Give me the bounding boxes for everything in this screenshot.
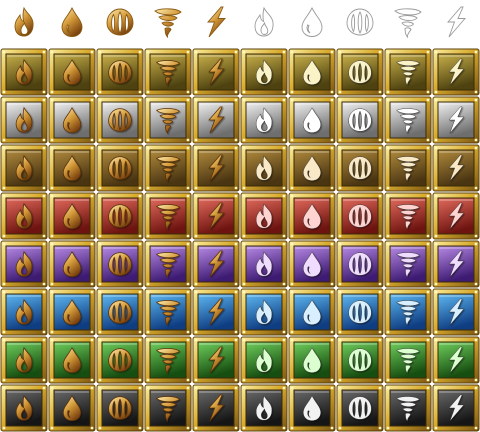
header-wind-white-emblem	[394, 8, 422, 38]
tile-green-lightning-white	[432, 336, 480, 384]
tile-blue-wind-gold	[144, 288, 192, 336]
tile-black-earth-gold	[96, 384, 144, 432]
tile-purple-water-white	[288, 240, 336, 288]
tile-red-lightning-gold	[192, 192, 240, 240]
tile-purple-wind-white	[384, 240, 432, 288]
header-fire-gold-emblem	[14, 7, 34, 37]
tile-red-earth-gold	[96, 192, 144, 240]
header-lightning-gold-emblem	[207, 6, 226, 38]
tile-blue-lightning-white	[432, 288, 480, 336]
tile-green-fire-white	[240, 336, 288, 384]
tile-silver-water-gold	[48, 96, 96, 144]
tile-red-fire-white	[240, 192, 288, 240]
tile-olive-wind-gold	[144, 48, 192, 96]
element-icon-sprite-sheet	[0, 0, 480, 432]
tile-purple-water-gold	[48, 240, 96, 288]
tile-green-water-white	[288, 336, 336, 384]
tile-silver-wind-white	[384, 96, 432, 144]
header-wind-gold-emblem	[154, 8, 182, 38]
tile-silver-lightning-gold	[192, 96, 240, 144]
tile-black-water-white	[288, 384, 336, 432]
tile-black-water-gold	[48, 384, 96, 432]
tile-purple-lightning-white	[432, 240, 480, 288]
tile-purple-earth-white	[336, 240, 384, 288]
tile-green-wind-white	[384, 336, 432, 384]
tile-olive-earth-gold	[96, 48, 144, 96]
header-water-white-emblem	[301, 7, 323, 37]
tile-purple-earth-gold	[96, 240, 144, 288]
tile-silver-water-white	[288, 96, 336, 144]
tile-green-lightning-gold	[192, 336, 240, 384]
tile-blue-lightning-gold	[192, 288, 240, 336]
tile-green-fire-gold	[0, 336, 48, 384]
tile-blue-earth-gold	[96, 288, 144, 336]
tile-purple-fire-gold	[0, 240, 48, 288]
tile-purple-wind-gold	[144, 240, 192, 288]
tile-red-lightning-white	[432, 192, 480, 240]
tile-olive-lightning-white	[432, 48, 480, 96]
tile-silver-lightning-white	[432, 96, 480, 144]
tile-brown-wind-white	[384, 144, 432, 192]
tile-red-water-gold	[48, 192, 96, 240]
tile-silver-fire-white	[240, 96, 288, 144]
tile-olive-wind-white	[384, 48, 432, 96]
tile-red-water-white	[288, 192, 336, 240]
tile-black-wind-white	[384, 384, 432, 432]
tile-black-lightning-white	[432, 384, 480, 432]
tile-brown-wind-gold	[144, 144, 192, 192]
tile-blue-earth-white	[336, 288, 384, 336]
icon-grid	[0, 6, 480, 432]
tile-green-water-gold	[48, 336, 96, 384]
tile-olive-fire-gold	[0, 48, 48, 96]
tile-blue-wind-white	[384, 288, 432, 336]
tile-green-earth-white	[336, 336, 384, 384]
header-lightning-white-emblem	[447, 6, 466, 38]
tile-grid	[0, 48, 480, 432]
tile-brown-water-white	[288, 144, 336, 192]
tile-purple-fire-white	[240, 240, 288, 288]
tile-purple-lightning-gold	[192, 240, 240, 288]
header-earth-gold-emblem	[106, 8, 134, 36]
tile-silver-fire-gold	[0, 96, 48, 144]
tile-red-fire-gold	[0, 192, 48, 240]
header-emblem-row	[14, 6, 466, 38]
tile-red-earth-white	[336, 192, 384, 240]
tile-blue-water-gold	[48, 288, 96, 336]
tile-black-lightning-gold	[192, 384, 240, 432]
tile-brown-earth-gold	[96, 144, 144, 192]
tile-red-wind-white	[384, 192, 432, 240]
tile-blue-fire-white	[240, 288, 288, 336]
tile-green-wind-gold	[144, 336, 192, 384]
tile-olive-fire-white	[240, 48, 288, 96]
tile-olive-water-gold	[48, 48, 96, 96]
tile-brown-lightning-gold	[192, 144, 240, 192]
tile-brown-fire-gold	[0, 144, 48, 192]
tile-brown-earth-white	[336, 144, 384, 192]
tile-red-wind-gold	[144, 192, 192, 240]
header-fire-white-emblem	[254, 7, 274, 37]
tile-silver-wind-gold	[144, 96, 192, 144]
tile-brown-lightning-white	[432, 144, 480, 192]
tile-olive-earth-white	[336, 48, 384, 96]
header-water-gold-emblem	[61, 7, 83, 37]
tile-silver-earth-gold	[96, 96, 144, 144]
tile-green-earth-gold	[96, 336, 144, 384]
header-earth-white-emblem	[346, 8, 374, 36]
tile-black-wind-gold	[144, 384, 192, 432]
tile-brown-fire-white	[240, 144, 288, 192]
tile-brown-water-gold	[48, 144, 96, 192]
tile-black-fire-gold	[0, 384, 48, 432]
tile-olive-lightning-gold	[192, 48, 240, 96]
tile-black-earth-white	[336, 384, 384, 432]
tile-olive-water-white	[288, 48, 336, 96]
tile-blue-water-white	[288, 288, 336, 336]
tile-silver-earth-white	[336, 96, 384, 144]
tile-black-fire-white	[240, 384, 288, 432]
tile-blue-fire-gold	[0, 288, 48, 336]
